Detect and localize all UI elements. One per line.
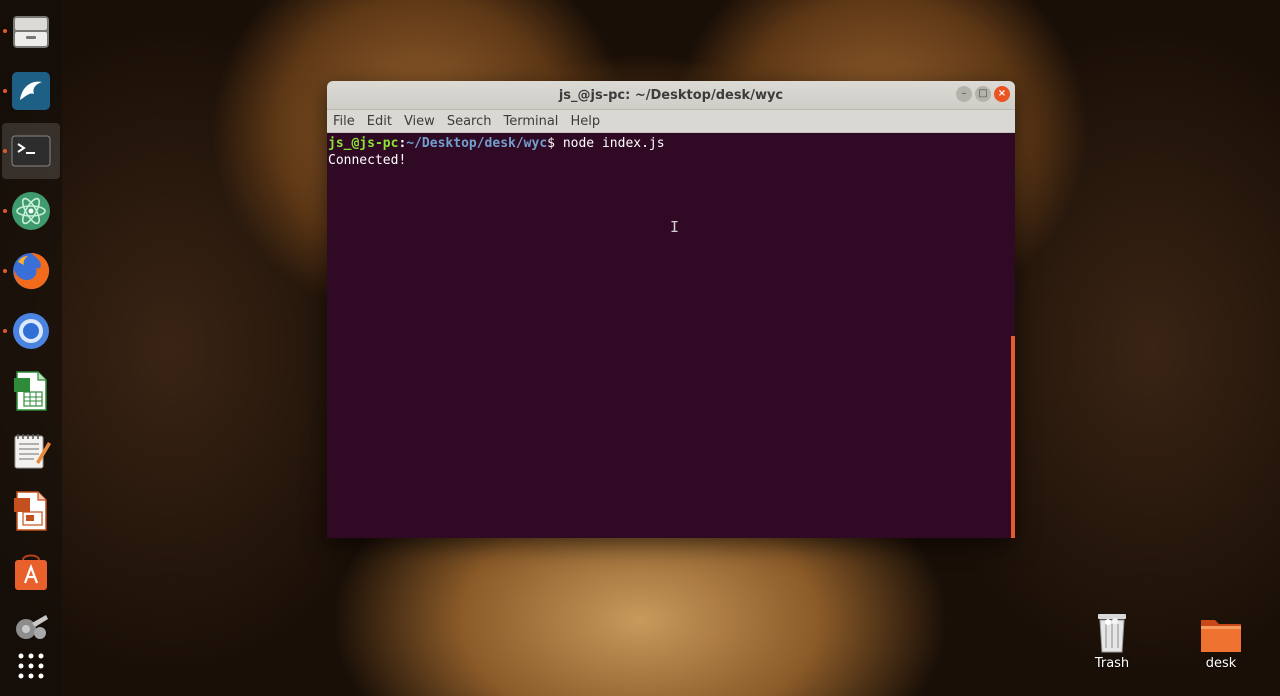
prompt-symbol: $ — [547, 136, 555, 151]
dock-item-atom[interactable] — [2, 183, 60, 239]
output-line: Connected! — [328, 153, 407, 168]
dock-item-terminal[interactable] — [2, 123, 60, 179]
running-indicator — [3, 29, 7, 33]
window-controls: – □ × — [956, 86, 1010, 102]
menu-help[interactable]: Help — [570, 114, 600, 129]
menu-terminal[interactable]: Terminal — [503, 114, 558, 129]
running-indicator — [3, 89, 7, 93]
menu-search[interactable]: Search — [447, 114, 492, 129]
dock-item-software-center[interactable] — [2, 543, 60, 599]
trash-icon — [1098, 614, 1126, 653]
firefox-icon — [13, 253, 50, 290]
minimize-button[interactable]: – — [956, 86, 972, 102]
dock-item-text-editor[interactable] — [2, 423, 60, 479]
dock-item-files[interactable] — [2, 3, 60, 59]
launcher-dock — [0, 0, 62, 696]
running-indicator — [3, 149, 7, 153]
window-titlebar[interactable]: js_@js-pc: ~/Desktop/desk/wyc – □ × — [327, 81, 1015, 110]
text-editor-icon — [14, 434, 51, 469]
terminal-window[interactable]: js_@js-pc: ~/Desktop/desk/wyc – □ × File… — [327, 81, 1015, 538]
dock-item-show-applications[interactable] — [2, 638, 60, 694]
menu-bar: File Edit View Search Terminal Help — [327, 110, 1015, 133]
files-icon — [13, 16, 49, 48]
dock-item-chromium[interactable] — [2, 303, 60, 359]
desktop-icon-trash[interactable]: Trash — [1072, 610, 1152, 671]
atom-icon — [12, 192, 50, 230]
prompt-path: ~/Desktop/desk/wyc — [406, 136, 548, 151]
command-text: node index.js — [555, 136, 665, 151]
terminal-icon — [11, 135, 51, 167]
software-center-icon — [15, 554, 47, 590]
libreoffice-impress-icon — [14, 491, 47, 531]
prompt-user: js_@js-pc — [328, 136, 399, 151]
menu-file[interactable]: File — [333, 114, 355, 129]
menu-view[interactable]: View — [404, 114, 435, 129]
close-button[interactable]: × — [994, 86, 1010, 102]
dock-item-libreoffice-calc[interactable] — [2, 363, 60, 419]
chromium-icon — [13, 313, 49, 349]
running-indicator — [3, 269, 7, 273]
mysql-workbench-icon — [12, 72, 50, 110]
dock-item-mysql-workbench[interactable] — [2, 63, 60, 119]
maximize-button[interactable]: □ — [975, 86, 991, 102]
desktop-icon-label: desk — [1205, 656, 1237, 671]
scrollbar[interactable] — [1011, 336, 1015, 538]
window-title: js_@js-pc: ~/Desktop/desk/wyc — [558, 87, 784, 103]
desktop-icon-desk-folder[interactable]: desk — [1181, 612, 1261, 671]
dock-item-libreoffice-impress[interactable] — [2, 483, 60, 539]
desktop-icon-label: Trash — [1094, 656, 1130, 671]
running-indicator — [3, 329, 7, 333]
dock-item-firefox[interactable] — [2, 243, 60, 299]
show-applications-icon — [18, 653, 44, 679]
running-indicator — [3, 209, 7, 213]
command-line: js_@js-pc:~/Desktop/desk/wyc$ node index… — [328, 135, 1014, 152]
terminal-output-area[interactable]: js_@js-pc:~/Desktop/desk/wyc$ node index… — [327, 133, 1015, 538]
desk-folder-icon — [1201, 620, 1241, 652]
libreoffice-calc-icon — [14, 371, 47, 411]
menu-edit[interactable]: Edit — [367, 114, 392, 129]
text-cursor-icon: I — [670, 218, 680, 236]
